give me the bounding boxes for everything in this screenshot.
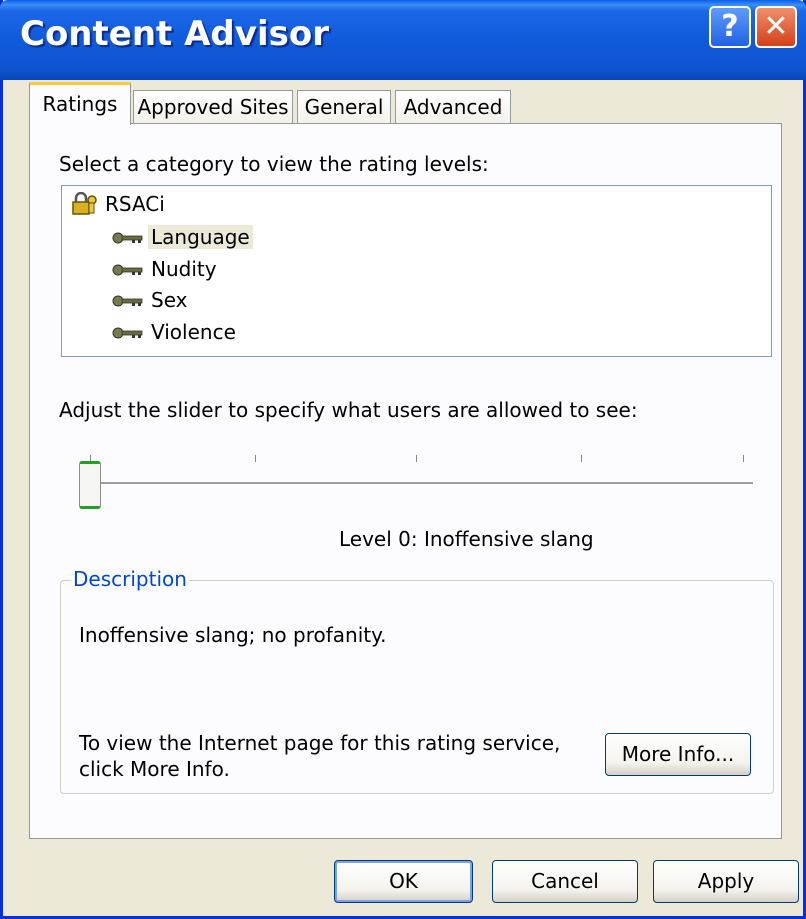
key-icon	[112, 264, 143, 276]
apply-button[interactable]: Apply	[653, 860, 799, 903]
content-advisor-dialog: Content Advisor ? ✕ Ratings Approved Sit…	[0, 0, 806, 919]
slider-tick	[581, 455, 582, 462]
button-label: Apply	[697, 869, 755, 893]
more-info-button[interactable]: More Info...	[605, 733, 751, 776]
button-label: OK	[389, 869, 418, 893]
more-info-hint-line2: click More Info.	[79, 757, 230, 781]
slider-tick	[416, 455, 417, 462]
description-text: Inoffensive slang; no profanity.	[79, 623, 387, 647]
key-icon	[112, 232, 143, 244]
tree-item-label: Violence	[151, 320, 236, 344]
tree-item-label: Nudity	[151, 257, 217, 281]
tree-item-language[interactable]: Language	[112, 223, 253, 251]
slider-tick	[255, 455, 256, 462]
help-icon: ?	[721, 9, 739, 44]
description-group: Description Inoffensive slang; no profan…	[60, 567, 774, 794]
tab-ratings[interactable]: Ratings	[29, 82, 131, 125]
tab-general[interactable]: General	[297, 90, 391, 124]
title-bar[interactable]: Content Advisor ? ✕	[0, 0, 806, 80]
tree-item-nudity[interactable]: Nudity	[112, 255, 220, 283]
ratings-tab-panel: Select a category to view the rating lev…	[29, 123, 782, 839]
more-info-hint-line1: To view the Internet page for this ratin…	[79, 731, 561, 755]
rating-category-tree[interactable]: RSACi Language Nudity Sex Violence	[61, 185, 772, 357]
key-icon	[112, 295, 143, 307]
cancel-button[interactable]: Cancel	[492, 860, 638, 903]
tab-advanced[interactable]: Advanced	[395, 90, 511, 124]
window-title: Content Advisor	[20, 14, 329, 54]
slider-tick	[743, 455, 744, 462]
tab-label: General	[304, 95, 384, 119]
rating-slider-thumb[interactable]	[79, 461, 101, 509]
tree-item-sex[interactable]: Sex	[112, 286, 190, 314]
category-prompt: Select a category to view the rating lev…	[59, 152, 489, 176]
tab-label: Approved Sites	[137, 95, 289, 119]
tab-label: Ratings	[42, 92, 118, 116]
button-label: More Info...	[621, 742, 735, 766]
tree-root-rsaci[interactable]: RSACi	[70, 190, 168, 218]
tree-item-label: Language	[148, 225, 253, 249]
lock-key-icon	[72, 192, 97, 215]
close-button[interactable]: ✕	[755, 6, 797, 48]
tree-item-label: Sex	[151, 288, 188, 312]
description-legend: Description	[71, 567, 189, 591]
key-icon	[112, 327, 143, 339]
level-text: Level 0: Inoffensive slang	[339, 527, 594, 551]
tab-label: Advanced	[403, 95, 503, 119]
close-icon: ✕	[763, 9, 789, 44]
slider-prompt: Adjust the slider to specify what users …	[59, 398, 638, 422]
tab-approved-sites[interactable]: Approved Sites	[133, 90, 293, 124]
tree-root-label: RSACi	[105, 192, 165, 216]
rating-slider-track[interactable]	[80, 482, 753, 485]
help-button[interactable]: ?	[709, 6, 751, 48]
button-label: Cancel	[531, 869, 599, 893]
ok-button[interactable]: OK	[334, 860, 473, 903]
tree-item-violence[interactable]: Violence	[112, 318, 239, 346]
